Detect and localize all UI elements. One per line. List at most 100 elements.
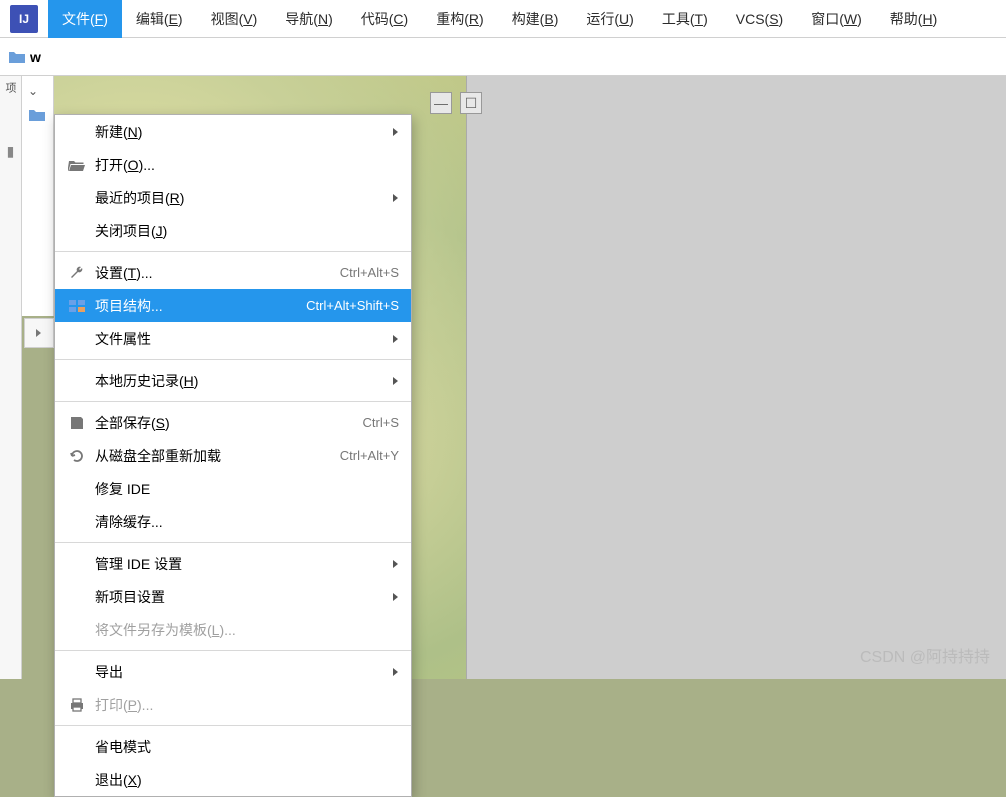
blank-icon (67, 329, 87, 349)
menu-item-label: 将文件另存为模板(L)... (95, 620, 399, 640)
menu-item-关闭项目[interactable]: 关闭项目(J) (55, 214, 411, 247)
menu-文件[interactable]: 文件(F) (48, 0, 122, 38)
menu-运行[interactable]: 运行(U) (572, 0, 647, 38)
blank-icon (67, 221, 87, 241)
blank-icon (67, 371, 87, 391)
save-icon (67, 413, 87, 433)
menu-视图[interactable]: 视图(V) (197, 0, 272, 38)
menu-item-项目结构...[interactable]: 项目结构... Ctrl+Alt+Shift+S (55, 289, 411, 322)
blank-icon (67, 122, 87, 142)
menu-item-label: 退出(X) (95, 770, 399, 790)
submenu-arrow-icon (391, 193, 399, 203)
print-icon (67, 695, 87, 715)
toolbar: w (0, 38, 1006, 76)
menu-separator (55, 725, 411, 726)
menu-item-打印: 打印(P)... (55, 688, 411, 721)
project-name: w (30, 49, 41, 65)
tree-expand-icon[interactable]: ⌄ (22, 76, 53, 106)
editor-empty-area (466, 76, 1006, 679)
menu-item-label: 清除缓存... (95, 512, 399, 532)
reload-icon (67, 446, 87, 466)
menu-item-管理 IDE 设置[interactable]: 管理 IDE 设置 (55, 547, 411, 580)
shortcut-label: Ctrl+Alt+Y (340, 448, 399, 463)
menu-导航[interactable]: 导航(N) (271, 0, 346, 38)
menu-item-新建[interactable]: 新建(N) (55, 115, 411, 148)
menu-item-label: 项目结构... (95, 296, 294, 316)
menu-item-label: 修复 IDE (95, 479, 399, 499)
left-gutter: 项 ▮ (0, 76, 22, 679)
menu-separator (55, 542, 411, 543)
blank-icon (67, 554, 87, 574)
menu-item-文件属性[interactable]: 文件属性 (55, 322, 411, 355)
menu-item-设置[interactable]: 设置(T)... Ctrl+Alt+S (55, 256, 411, 289)
blank-icon (67, 737, 87, 757)
menu-separator (55, 401, 411, 402)
menu-item-新项目设置[interactable]: 新项目设置 (55, 580, 411, 613)
shortcut-label: Ctrl+Alt+S (340, 265, 399, 280)
project-tree-strip: ⌄ (22, 76, 54, 316)
menu-item-label: 省电模式 (95, 737, 399, 757)
menu-重构[interactable]: 重构(R) (422, 0, 497, 38)
blank-icon (67, 512, 87, 532)
blank-icon (67, 587, 87, 607)
project-folder-icon (8, 50, 26, 64)
menu-item-label: 从磁盘全部重新加载 (95, 446, 328, 466)
blank-icon (67, 770, 87, 790)
menu-item-修复 IDE[interactable]: 修复 IDE (55, 472, 411, 505)
menu-item-label: 设置(T)... (95, 263, 328, 283)
menu-VCS[interactable]: VCS(S) (722, 0, 797, 38)
menu-item-本地历史记录[interactable]: 本地历史记录(H) (55, 364, 411, 397)
submenu-arrow-icon (391, 334, 399, 344)
menu-item-label: 全部保存(S) (95, 413, 351, 433)
folder-open-icon (67, 155, 87, 175)
submenu-arrow-icon (391, 667, 399, 677)
menu-代码[interactable]: 代码(C) (347, 0, 422, 38)
blank-icon (67, 188, 87, 208)
minimize-icon[interactable]: — (430, 92, 452, 114)
menu-item-打开[interactable]: 打开(O)... (55, 148, 411, 181)
menu-item-label: 最近的项目(R) (95, 188, 379, 208)
menu-item-label: 管理 IDE 设置 (95, 554, 379, 574)
menu-item-导出[interactable]: 导出 (55, 655, 411, 688)
menu-item-将文件另存为模板: 将文件另存为模板(L)... (55, 613, 411, 646)
menu-item-label: 文件属性 (95, 329, 379, 349)
menu-构建[interactable]: 构建(B) (498, 0, 573, 38)
menu-item-清除缓存...[interactable]: 清除缓存... (55, 505, 411, 538)
submenu-arrow-icon (391, 376, 399, 386)
main-area: 项 ▮ ⌄ — ☐ 新建(N) 打开(O)... 最近的项目(R) 关闭项目(J) 设置… (0, 76, 1006, 679)
maximize-icon[interactable]: ☐ (460, 92, 482, 114)
menu-separator (55, 359, 411, 360)
menu-item-最近的项目[interactable]: 最近的项目(R) (55, 181, 411, 214)
menu-帮助[interactable]: 帮助(H) (876, 0, 951, 38)
menu-separator (55, 251, 411, 252)
submenu-arrow-icon (391, 592, 399, 602)
menu-窗口[interactable]: 窗口(W) (797, 0, 876, 38)
menu-item-label: 新建(N) (95, 122, 379, 142)
gutter-label: 项 (2, 82, 18, 93)
menu-bar: IJ 文件(F)编辑(E)视图(V)导航(N)代码(C)重构(R)构建(B)运行… (0, 0, 1006, 38)
menu-item-label: 新项目设置 (95, 587, 379, 607)
menu-separator (55, 650, 411, 651)
tree-folder-icon[interactable] (22, 106, 53, 124)
shortcut-label: Ctrl+Alt+Shift+S (306, 298, 399, 313)
file-menu-dropdown: 新建(N) 打开(O)... 最近的项目(R) 关闭项目(J) 设置(T)... Ctrl… (54, 114, 412, 797)
submenu-arrow-icon (391, 559, 399, 569)
menu-工具[interactable]: 工具(T) (648, 0, 722, 38)
blank-icon (67, 620, 87, 640)
menu-item-全部保存[interactable]: 全部保存(S) Ctrl+S (55, 406, 411, 439)
bookmarks-icon[interactable]: ▮ (0, 143, 21, 160)
app-icon: IJ (10, 5, 38, 33)
shortcut-label: Ctrl+S (363, 415, 399, 430)
menu-item-label: 打开(O)... (95, 155, 399, 175)
menu-item-从磁盘全部重新加载[interactable]: 从磁盘全部重新加载 Ctrl+Alt+Y (55, 439, 411, 472)
project-structure-icon (67, 296, 87, 316)
menu-编辑[interactable]: 编辑(E) (122, 0, 197, 38)
menu-item-label: 本地历史记录(H) (95, 371, 379, 391)
blank-icon (67, 479, 87, 499)
menu-item-省电模式[interactable]: 省电模式 (55, 730, 411, 763)
menu-item-label: 打印(P)... (95, 695, 399, 715)
submenu-arrow-icon (391, 127, 399, 137)
menu-item-退出[interactable]: 退出(X) (55, 763, 411, 796)
menu-item-label: 关闭项目(J) (95, 221, 399, 241)
collapse-panel-button[interactable] (24, 318, 54, 348)
